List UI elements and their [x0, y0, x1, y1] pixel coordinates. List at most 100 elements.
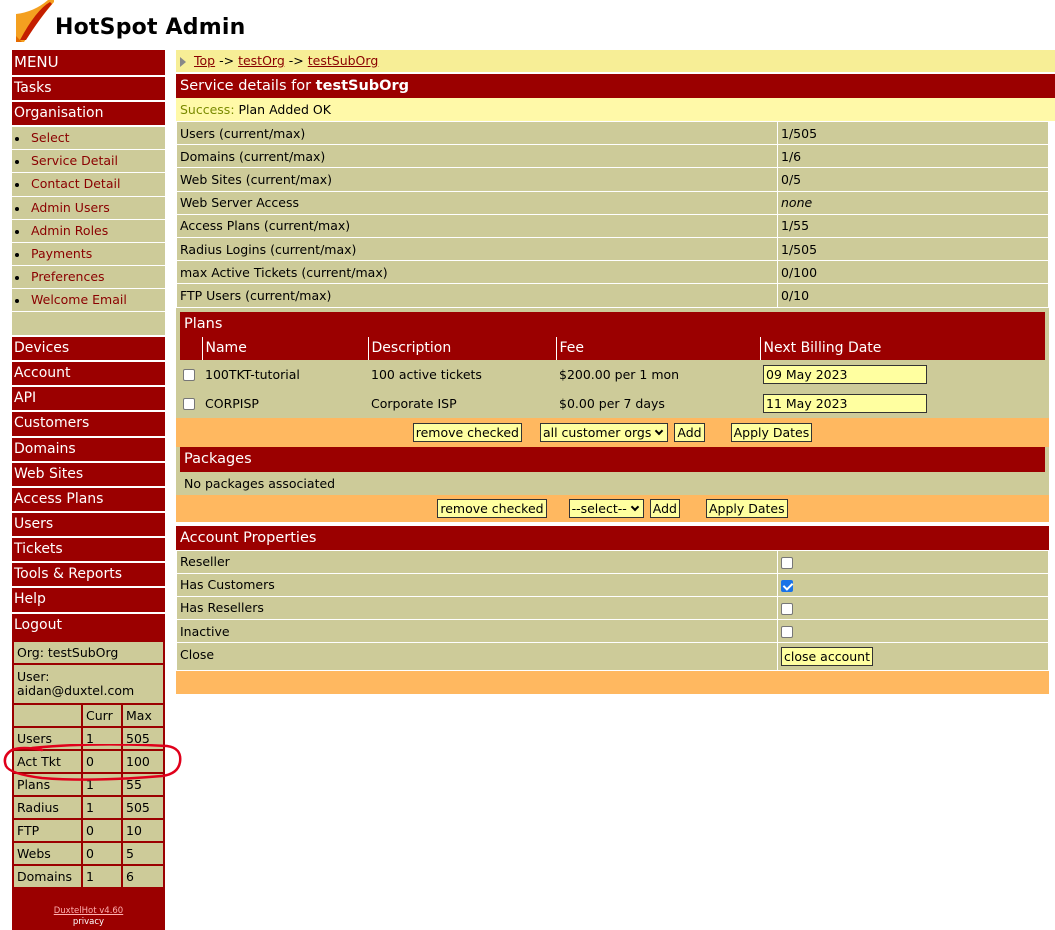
subitem-preferences[interactable]: Preferences — [12, 266, 165, 289]
col-fee: Fee — [555, 336, 760, 360]
row-value: 1/55 — [777, 213, 1049, 238]
page-title-prefix: Service details for — [180, 78, 316, 94]
subitem-select[interactable]: Select — [12, 127, 165, 151]
plans-action-bar: remove checked all customer orgs Add App… — [176, 417, 1049, 447]
sidebar-item-tasks[interactable]: Tasks — [12, 75, 165, 100]
add-package-button[interactable]: Add — [649, 498, 680, 518]
table-row: Radius 1 505 — [14, 797, 163, 818]
stat-name: Radius — [14, 797, 81, 818]
subitem-label: Select — [31, 130, 70, 146]
table-row: Web Server Access none — [176, 190, 1049, 215]
customer-orgs-select[interactable]: all customer orgs — [539, 422, 669, 442]
sidebar-item-logout[interactable]: Logout — [12, 611, 165, 637]
row-value: none — [777, 190, 1049, 215]
table-row: Has Customers — [176, 572, 1049, 597]
subitem-contact-detail[interactable]: Contact Detail — [12, 173, 165, 197]
remove-checked-button[interactable]: remove checked — [412, 422, 522, 442]
sidebar-item-customers[interactable]: Customers — [12, 410, 165, 435]
stat-max: 505 — [123, 797, 163, 818]
subitem-label: Payments — [31, 245, 93, 261]
stat-max: 55 — [123, 774, 163, 795]
package-select[interactable]: --select-- — [568, 498, 644, 518]
sidebar-item-devices[interactable]: Devices — [12, 335, 165, 360]
page-title-org: testSubOrg — [315, 78, 410, 94]
apply-dates-button[interactable]: Apply Dates — [705, 498, 788, 518]
breadcrumb-separator: -> — [219, 53, 235, 68]
success-message: Success: Plan Added OK — [176, 98, 1055, 121]
sidebar-item-tickets[interactable]: Tickets — [12, 536, 165, 561]
apply-dates-button[interactable]: Apply Dates — [730, 422, 813, 442]
stats-header-curr: Curr — [83, 705, 121, 726]
sidebar-item-tools-reports[interactable]: Tools & Reports — [12, 561, 165, 586]
bottom-bar — [176, 671, 1049, 695]
sidebar-item-access-plans[interactable]: Access Plans — [12, 485, 165, 511]
row-label: Reseller — [176, 549, 778, 574]
service-table: Users (current/max) 1/505 Domains (curren… — [176, 120, 1049, 308]
sidebar-item-users[interactable]: Users — [12, 511, 165, 536]
table-row: Radius Logins (current/max) 1/505 — [176, 236, 1049, 262]
stat-name: Domains — [14, 866, 81, 887]
table-row: Users (current/max) 1/505 — [176, 120, 1049, 146]
sidebar-item-organisation[interactable]: Organisation — [12, 100, 165, 125]
stat-name: Webs — [14, 843, 81, 864]
stat-curr: 1 — [83, 866, 121, 887]
table-row: Users 1 505 — [14, 728, 163, 749]
col-checkbox — [180, 336, 202, 360]
subitem-label: Preferences — [31, 268, 105, 284]
subitem-label: Contact Detail — [31, 176, 121, 192]
sidebar-item-api[interactable]: API — [12, 385, 165, 410]
plan-checkbox[interactable] — [183, 369, 195, 381]
table-row: Webs 0 5 — [14, 843, 163, 864]
stat-max: 6 — [123, 866, 163, 887]
sidebar-item-account[interactable]: Account — [12, 360, 165, 385]
stat-max: 100 — [123, 751, 163, 772]
version-link[interactable]: DuxtelHot v4.60 — [12, 906, 165, 917]
inactive-checkbox[interactable] — [781, 626, 793, 639]
packages-action-bar: remove checked --select-- Add Apply Date… — [176, 494, 1049, 522]
table-row: Access Plans (current/max) 1/55 — [176, 213, 1049, 238]
privacy-link[interactable]: privacy — [12, 917, 165, 928]
breadcrumb-separator: -> — [288, 53, 304, 68]
breadcrumb-testsuborg[interactable]: testSubOrg — [308, 53, 379, 68]
subitem-label: Welcome Email — [31, 291, 127, 307]
subitem-welcome-email[interactable]: Welcome Email — [12, 289, 165, 313]
bullet-icon — [15, 229, 19, 234]
remove-checked-button[interactable]: remove checked — [437, 498, 547, 518]
table-row: Inactive — [176, 619, 1049, 644]
table-row: Reseller — [176, 549, 1049, 574]
subitem-admin-users[interactable]: Admin Users — [12, 197, 165, 220]
stat-curr: 1 — [83, 774, 121, 795]
sidebar-item-web-sites[interactable]: Web Sites — [12, 460, 165, 486]
subitem-payments[interactable]: Payments — [12, 243, 165, 266]
usage-table: Org: testSubOrg User: aidan@duxtel.com C… — [12, 640, 165, 889]
subitem-service-detail[interactable]: Service Detail — [12, 150, 165, 174]
stat-curr: 0 — [83, 820, 121, 841]
close-account-button[interactable]: close account — [781, 647, 873, 667]
row-label: FTP Users (current/max) — [176, 283, 778, 308]
packages-title: Packages — [180, 446, 1045, 472]
add-plan-button[interactable]: Add — [674, 422, 705, 442]
plans-title: Plans — [180, 311, 1045, 337]
breadcrumb-top[interactable]: Top — [194, 53, 215, 68]
select-value: --select-- — [571, 500, 627, 516]
stat-max: 505 — [123, 728, 163, 749]
has-customers-checkbox[interactable] — [781, 579, 793, 592]
next-billing-date-input[interactable]: 09 May 2023 — [763, 364, 927, 384]
success-label: Success: — [180, 102, 235, 117]
sidebar-item-help[interactable]: Help — [12, 586, 165, 611]
row-label: Inactive — [176, 619, 778, 644]
plan-name: CORPISP — [205, 395, 259, 411]
table-row: CORPISP Corporate ISP $0.00 per 7 days 1… — [180, 389, 1045, 418]
logo-icon — [14, 0, 54, 42]
row-label: Has Resellers — [176, 595, 778, 621]
breadcrumb-testorg[interactable]: testOrg — [238, 53, 285, 68]
next-billing-date-input[interactable]: 11 May 2023 — [763, 393, 927, 413]
sidebar: MENU Tasks Organisation Select Service D… — [12, 50, 165, 930]
reseller-checkbox[interactable] — [781, 556, 793, 569]
subitem-admin-roles[interactable]: Admin Roles — [12, 220, 165, 243]
page-title: Service details for testSubOrg — [176, 74, 1055, 98]
has-resellers-checkbox[interactable] — [781, 602, 793, 615]
sidebar-item-domains[interactable]: Domains — [12, 435, 165, 461]
stat-name: Users — [14, 728, 81, 749]
plan-checkbox[interactable] — [183, 398, 195, 410]
